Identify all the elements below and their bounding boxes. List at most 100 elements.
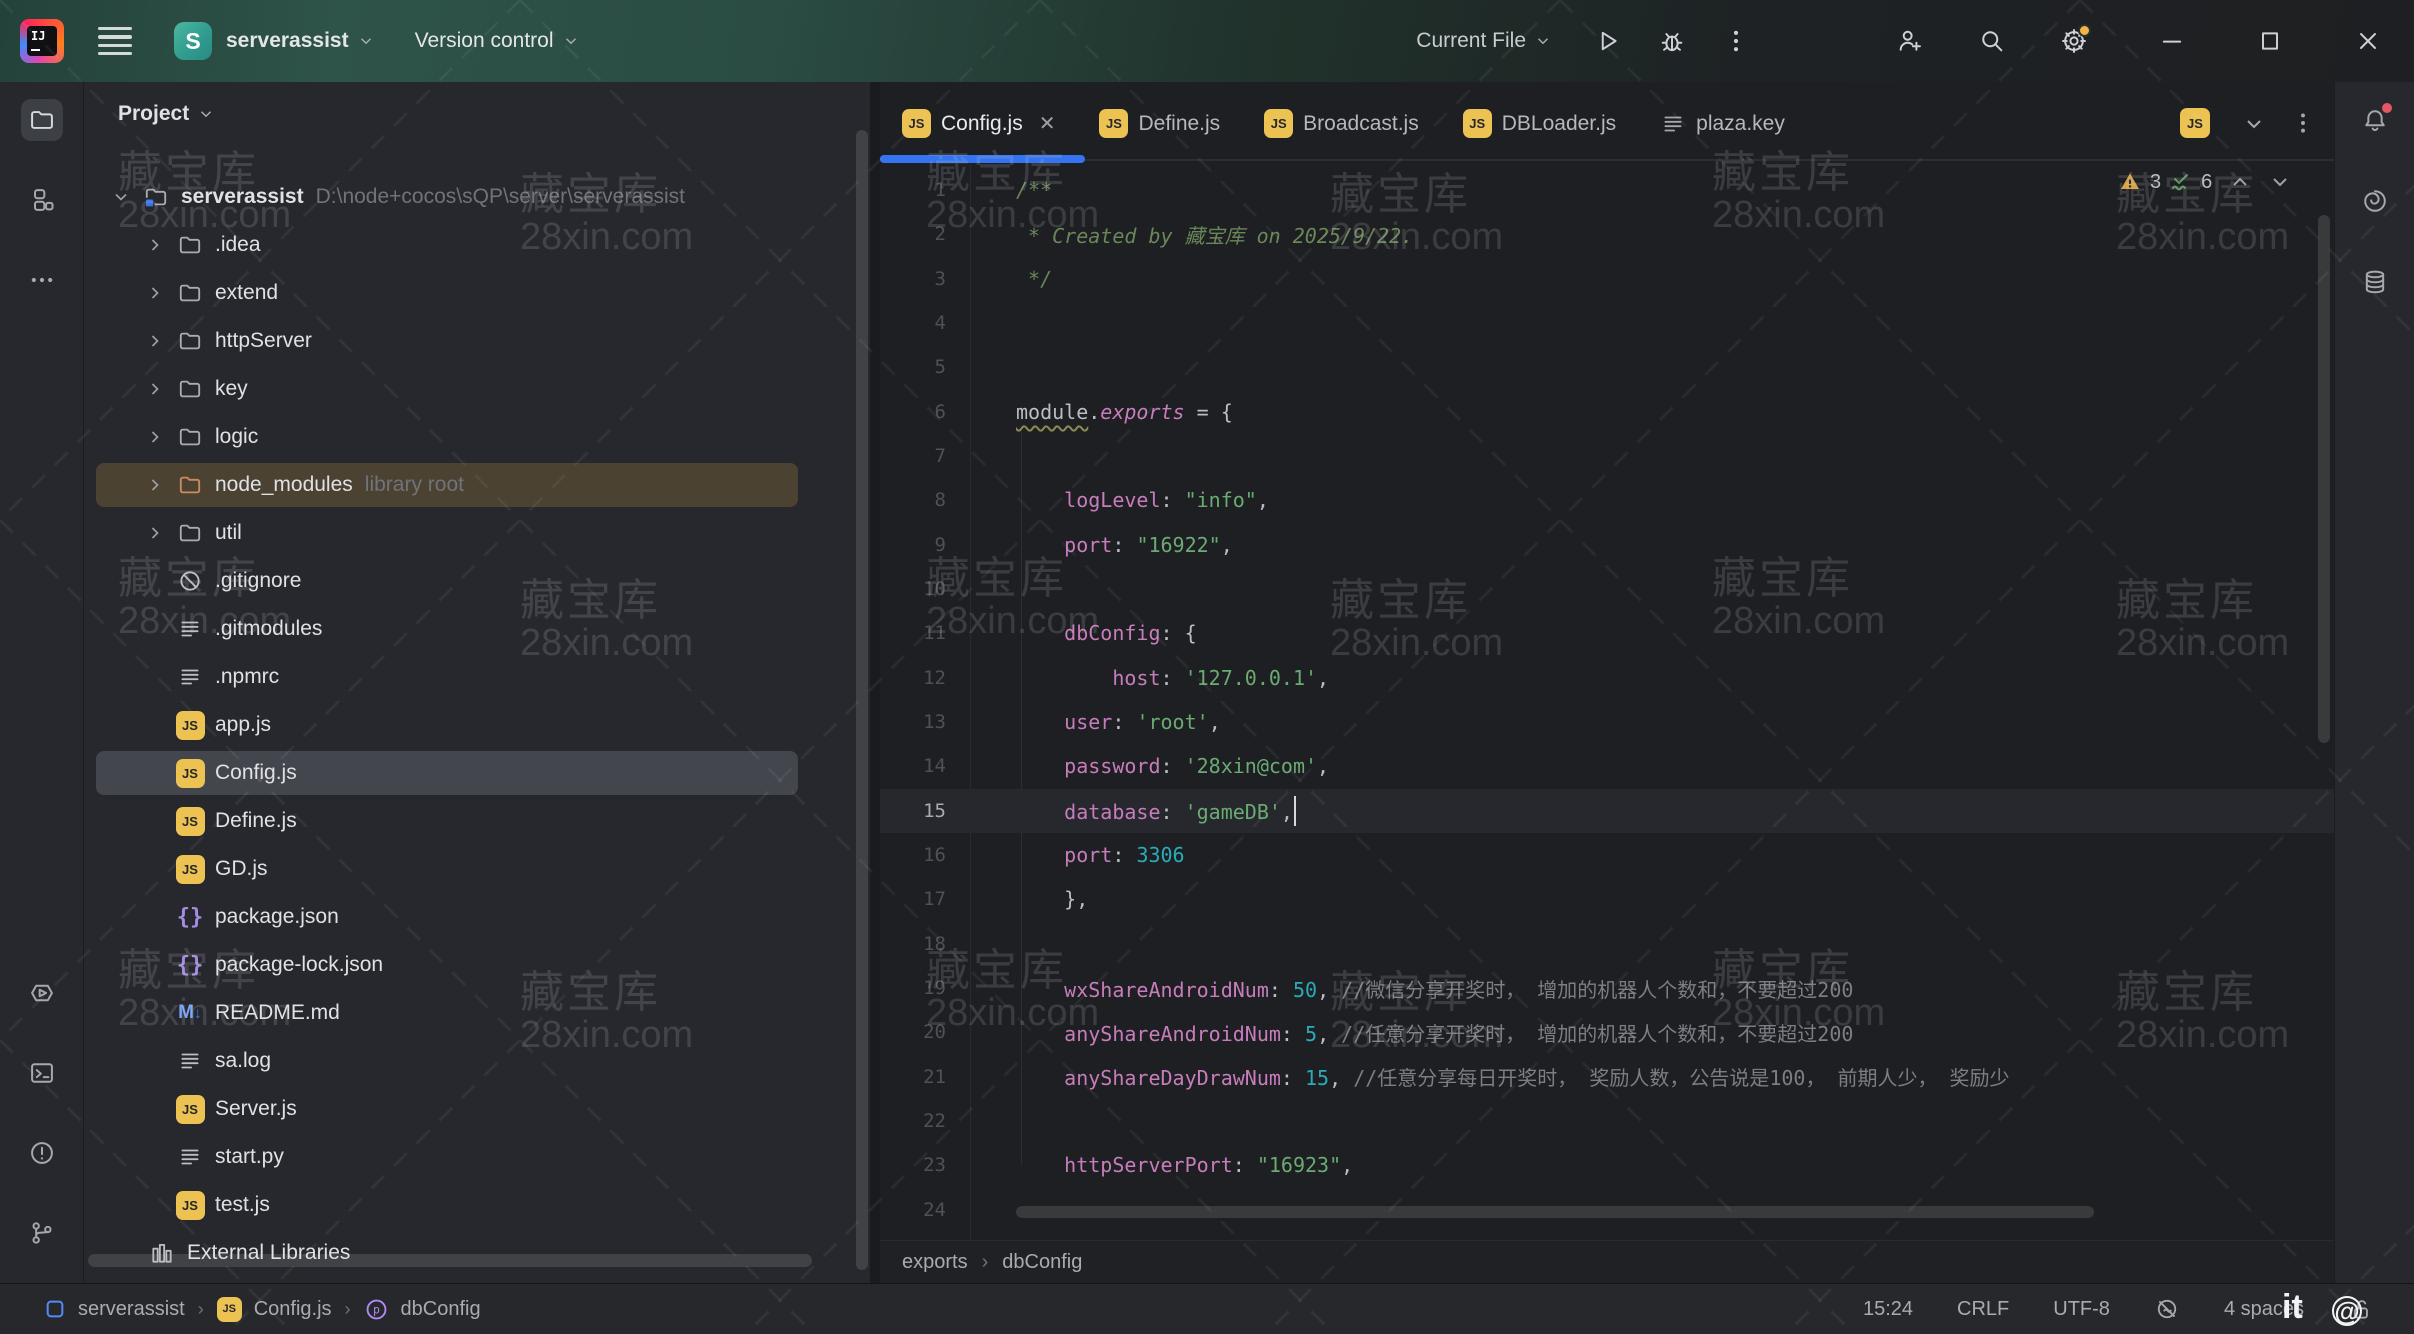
ai-assistant-icon[interactable] [2354,180,2396,222]
code-line-7[interactable]: 7 [880,434,2334,478]
code-line-22[interactable]: 22 [880,1099,2334,1143]
notifications-bell-icon[interactable] [2354,99,2396,141]
line-number[interactable]: 10 [880,578,970,600]
tree-item-README.md[interactable]: M↓README.md [84,989,870,1037]
run-configuration[interactable]: Current File [1416,29,1526,53]
status-nav-Config.js[interactable]: JSConfig.js [217,1297,332,1322]
close-icon[interactable] [2348,21,2388,61]
code-line-15[interactable]: 15 database: 'gameDB', [880,789,2334,833]
code-line-4[interactable]: 4 [880,301,2334,345]
tree-item-logic[interactable]: logic [84,413,870,461]
run-play-icon[interactable] [1588,21,1628,61]
tree-item-serverassist[interactable]: serverassistD:\node+cocos\sQP\server\ser… [84,173,870,221]
close-tab-icon[interactable]: ✕ [1039,111,1056,136]
project-vertical-scrollbar[interactable] [856,130,868,1270]
lock-open-icon[interactable] [2348,1296,2374,1322]
previous-problem-icon[interactable] [2228,170,2252,194]
code-line-12[interactable]: 12 host: '127.0.0.1', [880,656,2334,700]
line-number[interactable]: 23 [880,1154,970,1176]
tree-item-package-lock.json[interactable]: {}package-lock.json [84,941,870,989]
tab-DBLoader.js[interactable]: JSDBLoader.js [1441,82,1638,165]
tab-Define.js[interactable]: JSDefine.js [1077,82,1242,165]
breadcrumb-item[interactable]: dbConfig [1002,1251,1082,1274]
tree-item-Server.js[interactable]: JSServer.js [84,1085,870,1133]
tree-item-sa.log[interactable]: sa.log [84,1037,870,1085]
panel-splitter[interactable] [870,82,880,1283]
line-number[interactable]: 17 [880,888,970,910]
tab-Broadcast.js[interactable]: JSBroadcast.js [1242,82,1441,165]
chevron-right-icon[interactable] [142,280,168,306]
line-number[interactable]: 6 [880,401,970,423]
line-number[interactable]: 1 [880,179,970,201]
services-play-icon[interactable] [21,972,63,1014]
line-number[interactable]: 11 [880,622,970,644]
more-horizontal-icon[interactable] [21,259,63,301]
breadcrumb-item[interactable]: exports [902,1251,968,1274]
tree-item-.gitignore[interactable]: .gitignore [84,557,870,605]
line-number[interactable]: 4 [880,312,970,334]
tabs-chevron-down-icon[interactable] [2242,112,2266,136]
line-number[interactable]: 5 [880,356,970,378]
tree-item-ExternalLibraries[interactable]: External Libraries [84,1229,870,1277]
problems-icon[interactable] [21,1132,63,1174]
line-number[interactable]: 16 [880,844,970,866]
tree-item-node_modules[interactable]: node_moduleslibrary root [84,461,870,509]
minimize-icon[interactable] [2152,21,2192,61]
chevron-down-icon[interactable] [108,184,134,210]
tree-item-.idea[interactable]: .idea [84,221,870,269]
code-line-19[interactable]: 19 wxShareAndroidNum: 50, //微信分享开奖时， 增加的… [880,966,2334,1010]
code-line-6[interactable]: 6module.exports = { [880,390,2334,434]
status-widget-4spaces[interactable]: 4 spaces [2224,1298,2304,1321]
tree-item-package.json[interactable]: {}package.json [84,893,870,941]
project-name[interactable]: serverassist [226,29,349,53]
project-folder-icon[interactable] [21,99,63,141]
code-line-9[interactable]: 9 port: "16922", [880,523,2334,567]
tree-item-Config.js[interactable]: JSConfig.js [84,749,870,797]
line-number[interactable]: 14 [880,755,970,777]
tree-item-GD.js[interactable]: JSGD.js [84,845,870,893]
terminal-icon[interactable] [21,1052,63,1094]
line-number[interactable]: 20 [880,1021,970,1043]
tab-plaza.key[interactable]: plaza.key [1638,82,1807,165]
line-number[interactable]: 12 [880,667,970,689]
code-line-2[interactable]: 2 * Created by 藏宝库 on 2025/9/22. [880,212,2334,256]
vcs-widget[interactable]: Version control [415,29,554,53]
status-nav-dbConfig[interactable]: pdbConfig [364,1297,481,1322]
debug-bug-icon[interactable] [1652,21,1692,61]
code-line-16[interactable]: 16 port: 3306 [880,833,2334,877]
code-line-14[interactable]: 14 password: '28xin@com', [880,744,2334,788]
code-line-17[interactable]: 17 }, [880,877,2334,921]
code-line-5[interactable]: 5 [880,345,2334,389]
project-view-header[interactable]: Project [118,98,215,130]
status-nav-serverassist[interactable]: serverassist [44,1298,185,1321]
tree-item-extend[interactable]: extend [84,269,870,317]
maximize-icon[interactable] [2250,21,2290,61]
code-line-8[interactable]: 8 logLevel: "info", [880,478,2334,522]
tree-item-Define.js[interactable]: JSDefine.js [84,797,870,845]
line-number[interactable]: 8 [880,489,970,511]
code-line-18[interactable]: 18 [880,922,2334,966]
main-menu-icon[interactable] [98,27,132,56]
more-vertical-icon[interactable] [1716,21,1756,61]
settings-gear-icon[interactable] [2054,21,2094,61]
line-number[interactable]: 19 [880,977,970,999]
tree-item-app.js[interactable]: JSapp.js [84,701,870,749]
project-avatar[interactable]: S [174,22,212,60]
chevron-right-icon[interactable] [142,472,168,498]
chevron-right-icon[interactable] [142,232,168,258]
search-icon[interactable] [1972,21,2012,61]
add-user-icon[interactable] [1890,21,1930,61]
tree-item-.gitmodules[interactable]: .gitmodules [84,605,870,653]
hidden-tab-js-icon[interactable]: JS [2180,108,2210,138]
structure-icon[interactable] [21,179,63,221]
tabs-more-vertical-icon[interactable] [2290,110,2316,136]
status-widget-CRLF[interactable]: CRLF [1957,1298,2009,1321]
tree-item-.npmrc[interactable]: .npmrc [84,653,870,701]
chevron-right-icon[interactable] [142,424,168,450]
line-number[interactable]: 22 [880,1110,970,1132]
line-number[interactable]: 15 [880,800,970,822]
code-line-13[interactable]: 13 user: 'root', [880,700,2334,744]
tree-item-httpServer[interactable]: httpServer [84,317,870,365]
database-icon[interactable] [2354,261,2396,303]
line-number[interactable]: 21 [880,1066,970,1088]
